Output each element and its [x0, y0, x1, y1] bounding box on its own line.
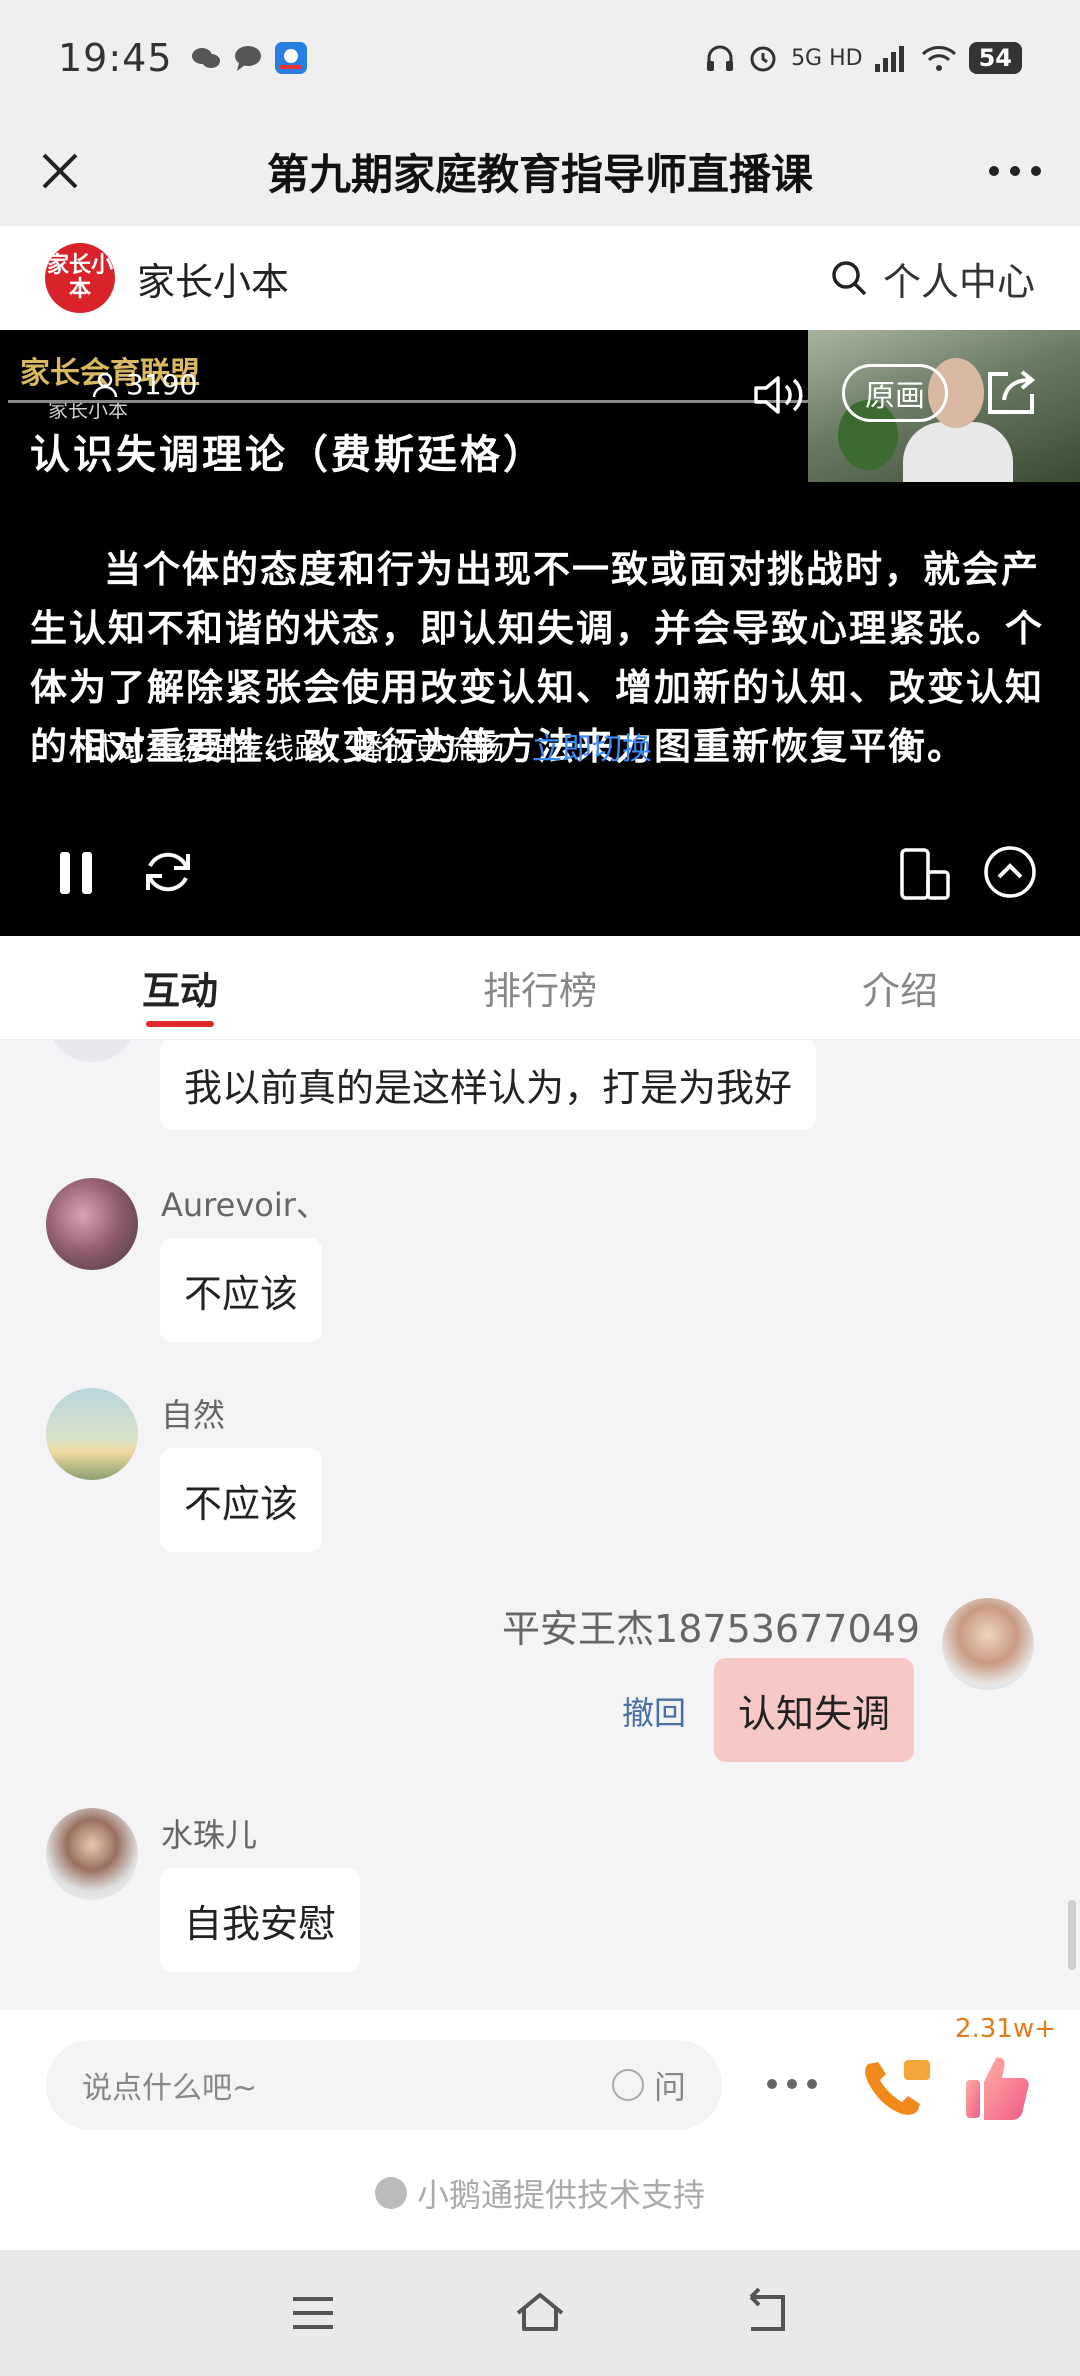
- powered-by: 小鹅通提供技术支持: [0, 2170, 1080, 2216]
- personal-center-link[interactable]: 个人中心: [883, 251, 1035, 306]
- page-title: 第九期家庭教育指导师直播课: [266, 149, 813, 199]
- battery-indicator: 54: [968, 42, 1022, 74]
- avatar[interactable]: [46, 1178, 138, 1270]
- message-icon: [234, 46, 261, 71]
- wechat-icon: [191, 48, 220, 68]
- switch-line-link[interactable]: 立即切换: [532, 732, 652, 767]
- tab-interaction[interactable]: 互动: [0, 936, 360, 1039]
- tab-ranking[interactable]: 排行榜: [360, 936, 720, 1039]
- like-thumb-icon[interactable]: [960, 2050, 1034, 2124]
- more-icon[interactable]: [980, 141, 1050, 201]
- back-icon[interactable]: [737, 2285, 797, 2341]
- pip-presenter-body: [903, 422, 1013, 482]
- like-count: 2.31w+: [955, 2014, 1056, 2044]
- chat-bubble: 自我安慰: [160, 1868, 361, 1972]
- ask-radio-icon: [611, 2069, 644, 2101]
- viewers-icon: [92, 372, 118, 397]
- tip-text: 试试系统推荐线路，播放更流畅: [84, 732, 504, 767]
- close-icon[interactable]: [30, 141, 90, 201]
- pause-icon[interactable]: [56, 848, 96, 898]
- line-switch-tip: 试试系统推荐线路，播放更流畅 立即切换: [84, 724, 652, 768]
- chat-bubble: 不应该: [160, 1448, 323, 1552]
- xiaoe-logo-icon: [374, 2177, 407, 2209]
- menu-icon[interactable]: [283, 2285, 343, 2341]
- collapse-up-icon[interactable]: [982, 844, 1038, 900]
- refresh-icon[interactable]: [140, 844, 196, 900]
- viewer-count-value: 3190: [126, 368, 198, 401]
- comment-input[interactable]: 说点什么吧~ 问: [46, 2040, 722, 2130]
- input-bar: 说点什么吧~ 问 2.31w+ 小鹅通提供技术支持: [0, 2010, 1080, 2250]
- avatar[interactable]: [46, 1040, 138, 1062]
- avatar[interactable]: [46, 1808, 138, 1900]
- title-bar: 第九期家庭教育指导师直播课: [0, 116, 1080, 226]
- chat-bubble-mine: 认知失调: [714, 1658, 915, 1762]
- viewer-count: 3190: [92, 368, 197, 401]
- shop-bar: 家长小本 家长小本 个人中心: [0, 226, 1080, 330]
- live-video-player[interactable]: 家长会育联盟 家长小本 3190 认识失调理论（费斯廷格） 当个体的态度和行为出…: [0, 330, 1080, 936]
- ask-toggle[interactable]: 问: [611, 2062, 686, 2108]
- rotate-screen-icon[interactable]: [896, 846, 952, 902]
- system-nav-bar: [0, 2250, 1080, 2376]
- recall-button[interactable]: 撤回: [622, 1688, 686, 1734]
- chat-username: 自然: [161, 1396, 226, 1434]
- comment-placeholder: 说点什么吧~: [82, 2071, 258, 2106]
- powered-by-text: 小鹅通提供技术支持: [416, 2176, 705, 2214]
- more-options-icon[interactable]: [762, 2062, 822, 2106]
- share-icon[interactable]: [982, 366, 1040, 418]
- alarm-icon: [750, 46, 776, 72]
- network-label: 5G HD: [791, 45, 863, 71]
- slide-title: 认识失调理论（费斯廷格）: [30, 431, 546, 478]
- quality-button[interactable]: 原画: [842, 364, 948, 422]
- notification-icons: [191, 42, 307, 74]
- volume-icon[interactable]: [752, 370, 808, 420]
- ask-label: 问: [653, 2068, 686, 2106]
- chat-username: 水珠儿: [161, 1816, 258, 1854]
- chat-scrollbar[interactable]: [1068, 1900, 1076, 1970]
- app-notification-icon: [274, 42, 307, 74]
- status-time: 19:45: [58, 36, 173, 80]
- chat-bubble: 不应该: [160, 1238, 323, 1342]
- shop-logo[interactable]: 家长小本: [45, 243, 115, 313]
- content-tabs: 互动 排行榜 介绍: [0, 936, 1080, 1040]
- shop-name[interactable]: 家长小本: [137, 251, 289, 306]
- avatar[interactable]: [942, 1598, 1034, 1690]
- call-icon[interactable]: [858, 2052, 934, 2122]
- chat-bubble: 我以前真的是这样认为，打是为我好: [160, 1040, 817, 1130]
- headphones-icon: [707, 45, 734, 71]
- status-right: 5G HD 54: [705, 42, 1022, 74]
- chat-username: 平安王杰18753677049: [502, 1607, 920, 1651]
- wifi-icon: [921, 46, 956, 71]
- home-icon[interactable]: [510, 2285, 570, 2341]
- signal-icon: [874, 46, 904, 72]
- search-icon[interactable]: [829, 258, 869, 298]
- chat-username: Aurevoir、: [161, 1186, 328, 1224]
- tab-intro[interactable]: 介绍: [720, 936, 1080, 1039]
- chat-list[interactable]: 我以前真的是这样认为，打是为我好 Aurevoir、 不应该 自然 不应该 平安…: [0, 1040, 1080, 2010]
- status-bar: 19:45 5G HD 54: [0, 0, 1080, 116]
- avatar[interactable]: [46, 1388, 138, 1480]
